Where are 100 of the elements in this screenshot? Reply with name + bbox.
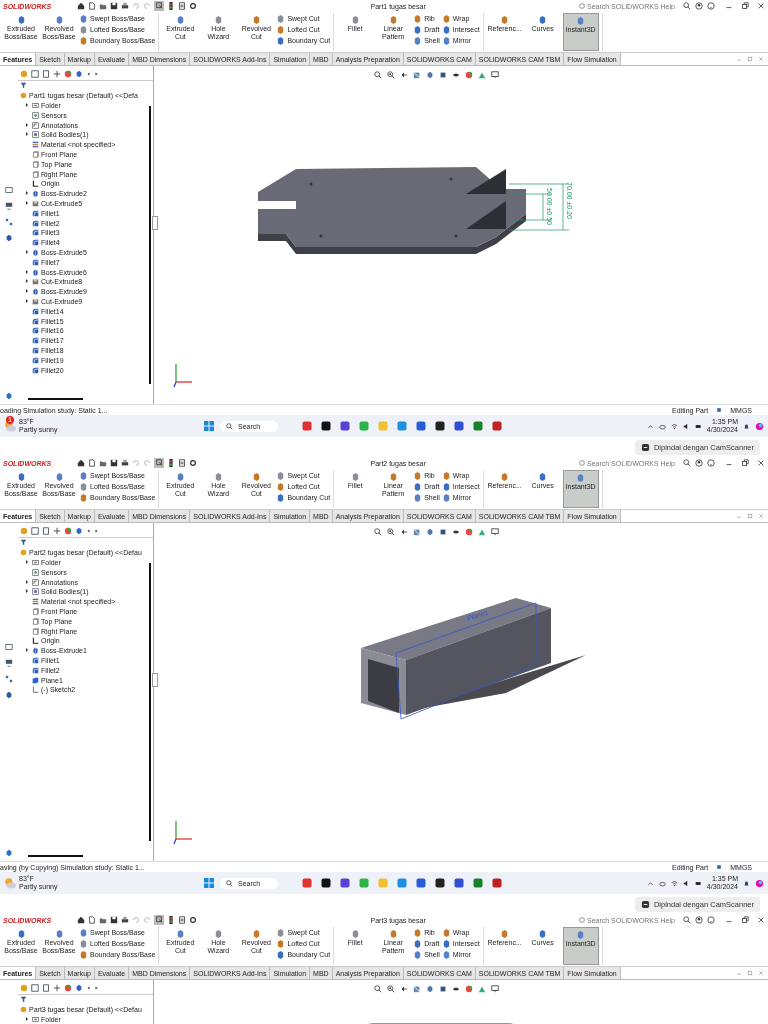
scroll-right-icon[interactable] (94, 528, 99, 534)
properties-icon[interactable] (178, 916, 187, 924)
app-icon[interactable] (321, 878, 332, 888)
assistant-icon[interactable] (755, 878, 764, 888)
previous-view-icon[interactable] (400, 528, 408, 536)
wifi-icon[interactable] (670, 879, 678, 887)
appearance-icon[interactable] (64, 527, 72, 535)
expand-arrow-icon[interactable] (25, 191, 29, 196)
open-folder-icon[interactable] (99, 459, 108, 467)
previous-view-icon[interactable] (400, 71, 408, 79)
start-icon[interactable] (204, 421, 214, 431)
save-icon[interactable] (110, 459, 119, 467)
section-view-icon[interactable] (413, 71, 421, 79)
property-icon[interactable] (31, 527, 39, 535)
scroll-right-icon[interactable] (94, 985, 99, 991)
panel-collapse-handle[interactable] (152, 216, 158, 230)
chevron-up-icon[interactable] (646, 422, 654, 430)
appearance-icon[interactable] (64, 984, 72, 992)
expand-arrow-icon[interactable] (25, 132, 29, 137)
cursor-icon[interactable] (155, 916, 164, 924)
display-icon[interactable] (5, 659, 13, 667)
zoom-area-icon[interactable] (387, 528, 395, 536)
display-icon[interactable] (5, 202, 13, 210)
zoom-fit-icon[interactable] (374, 528, 382, 536)
eye-icon[interactable] (452, 71, 460, 79)
save-icon[interactable] (110, 2, 119, 10)
new-file-icon[interactable] (88, 459, 97, 467)
filter-icon[interactable] (20, 996, 27, 1004)
search-icon[interactable] (683, 459, 691, 467)
grid-icon[interactable] (5, 675, 13, 683)
user-icon[interactable] (695, 2, 703, 10)
monitor-icon[interactable] (491, 985, 499, 993)
dimension-icon[interactable] (53, 70, 61, 78)
expand-arrow-icon[interactable] (25, 589, 29, 594)
property-icon[interactable] (31, 70, 39, 78)
scene-icon[interactable] (478, 71, 486, 79)
dimension-icon[interactable] (53, 527, 61, 535)
close-icon[interactable] (757, 459, 765, 467)
eye-icon[interactable] (452, 985, 460, 993)
home-icon[interactable] (77, 916, 86, 924)
expand-arrow-icon[interactable] (25, 560, 29, 564)
expand-arrow-icon[interactable] (25, 279, 29, 284)
print-icon[interactable] (121, 2, 130, 10)
grid-icon[interactable] (5, 218, 13, 226)
home-icon[interactable] (77, 2, 86, 10)
help-icon[interactable] (707, 2, 715, 10)
save-icon[interactable] (110, 916, 119, 924)
print-icon[interactable] (121, 916, 130, 924)
zoom-area-icon[interactable] (387, 71, 395, 79)
scroll-right-icon[interactable] (94, 71, 99, 77)
zoom-fit-icon[interactable] (374, 985, 382, 993)
monitor-icon[interactable] (491, 71, 499, 79)
panel-icon[interactable] (5, 643, 13, 651)
config-icon[interactable] (42, 70, 50, 78)
help-icon[interactable] (707, 916, 715, 924)
expand-arrow-icon[interactable] (25, 249, 29, 254)
search-icon[interactable] (683, 916, 691, 924)
appearance-icon[interactable] (64, 70, 72, 78)
search-icon[interactable] (683, 2, 691, 10)
scrollbar[interactable] (149, 563, 151, 841)
expand-arrow-icon[interactable] (25, 1017, 29, 1021)
appearance-icon[interactable] (465, 71, 473, 79)
scrollbar[interactable] (28, 855, 83, 857)
traffic-light-icon[interactable] (167, 2, 176, 10)
close-icon[interactable] (757, 2, 765, 10)
app-icon[interactable] (321, 421, 332, 431)
cloud-icon[interactable] (658, 879, 666, 887)
scene-icon[interactable] (478, 528, 486, 536)
eye-icon[interactable] (452, 528, 460, 536)
restore-icon[interactable] (741, 916, 749, 924)
home-icon[interactable] (77, 459, 86, 467)
scrollbar[interactable] (28, 398, 83, 400)
properties-icon[interactable] (178, 459, 187, 467)
start-icon[interactable] (204, 878, 214, 888)
panel-icon[interactable] (5, 186, 13, 194)
zoom-fit-icon[interactable] (374, 71, 382, 79)
close-icon[interactable] (757, 916, 765, 924)
open-folder-icon[interactable] (99, 2, 108, 10)
filter-icon[interactable] (20, 82, 27, 90)
expand-arrow-icon[interactable] (25, 648, 29, 653)
speaker-icon[interactable] (682, 879, 690, 887)
traffic-light-icon[interactable] (167, 916, 176, 924)
scene-icon[interactable] (478, 985, 486, 993)
section-view-icon[interactable] (413, 985, 421, 993)
new-file-icon[interactable] (88, 916, 97, 924)
scroll-left-icon[interactable] (86, 985, 91, 991)
restore-icon[interactable] (741, 2, 749, 10)
speaker-icon[interactable] (682, 422, 690, 430)
monitor-icon[interactable] (491, 528, 499, 536)
cloud-icon[interactable] (658, 422, 666, 430)
open-folder-icon[interactable] (99, 916, 108, 924)
traffic-light-icon[interactable] (167, 459, 176, 467)
expand-arrow-icon[interactable] (25, 200, 29, 205)
wifi-icon[interactable] (670, 422, 678, 430)
expand-arrow-icon[interactable] (25, 103, 29, 107)
config-icon[interactable] (42, 984, 50, 992)
scroll-left-icon[interactable] (86, 528, 91, 534)
user-icon[interactable] (695, 459, 703, 467)
expand-arrow-icon[interactable] (25, 289, 29, 294)
chevron-up-icon[interactable] (646, 879, 654, 887)
